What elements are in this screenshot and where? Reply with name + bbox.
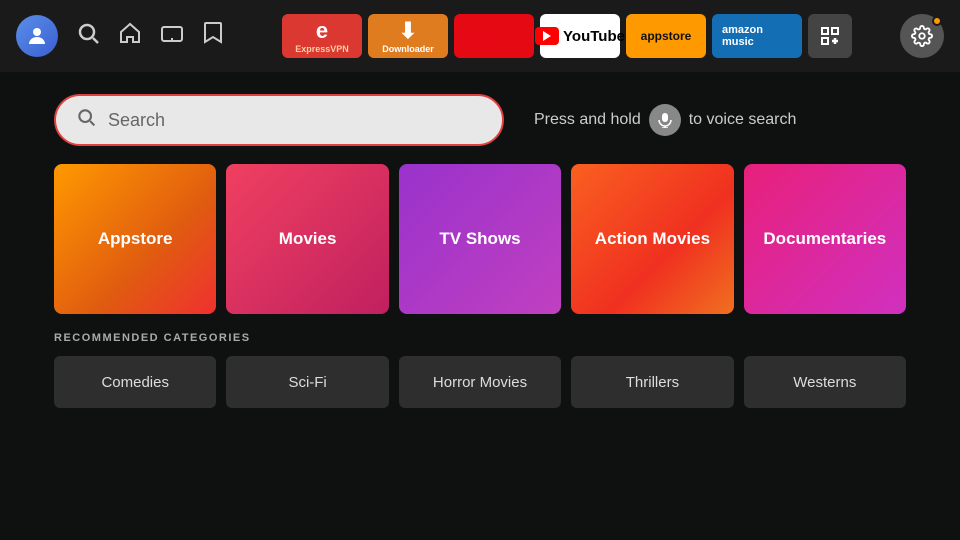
downloader-app[interactable]: ⬇ Downloader: [368, 14, 448, 58]
category-tile-tvshows[interactable]: TV Shows: [399, 164, 561, 314]
rec-tile-horror[interactable]: Horror Movies: [399, 356, 561, 408]
youtube-app[interactable]: YouTube: [540, 14, 620, 58]
nav-left-icons: [16, 15, 224, 57]
category-tile-documentaries[interactable]: Documentaries: [744, 164, 906, 314]
microphone-icon: [649, 104, 681, 136]
app-shortcuts: e ExpressVPN ⬇ Downloader NETFLIX YouTub…: [242, 14, 892, 58]
voice-hint-suffix: to voice search: [689, 111, 797, 129]
search-icon: [76, 107, 96, 133]
home-icon[interactable]: [118, 21, 142, 51]
recommended-section: RECOMMENDED CATEGORIES Comedies Sci-Fi H…: [0, 314, 960, 408]
category-tiles-container: Appstore Movies TV Shows Action Movies D…: [54, 164, 906, 314]
settings-button[interactable]: [900, 14, 944, 58]
category-tiles-section: Appstore Movies TV Shows Action Movies D…: [0, 164, 960, 314]
search-placeholder: Search: [108, 110, 165, 131]
netflix-app[interactable]: NETFLIX: [454, 14, 534, 58]
expressvpn-app[interactable]: e ExpressVPN: [282, 14, 362, 58]
recommended-title: RECOMMENDED CATEGORIES: [54, 332, 906, 344]
user-avatar[interactable]: [16, 15, 58, 57]
search-nav-icon[interactable]: [76, 21, 100, 51]
search-area: Search Press and hold to voice search: [0, 72, 960, 164]
settings-notification-dot: [932, 16, 942, 26]
grid-app[interactable]: [808, 14, 852, 58]
top-navigation: e ExpressVPN ⬇ Downloader NETFLIX YouTub…: [0, 0, 960, 72]
amazon-music-app[interactable]: amazon music: [712, 14, 802, 58]
rec-tile-comedies[interactable]: Comedies: [54, 356, 216, 408]
tv-icon[interactable]: [160, 21, 184, 51]
voice-hint-prefix: Press and hold: [534, 111, 641, 129]
voice-hint: Press and hold to voice search: [534, 104, 796, 136]
appstore-app[interactable]: appstore: [626, 14, 706, 58]
rec-tile-scifi[interactable]: Sci-Fi: [226, 356, 388, 408]
search-box[interactable]: Search: [54, 94, 504, 146]
category-tile-appstore[interactable]: Appstore: [54, 164, 216, 314]
bookmark-icon[interactable]: [202, 21, 224, 51]
rec-tile-thrillers[interactable]: Thrillers: [571, 356, 733, 408]
category-tile-movies[interactable]: Movies: [226, 164, 388, 314]
rec-tile-westerns[interactable]: Westerns: [744, 356, 906, 408]
recommended-tiles-container: Comedies Sci-Fi Horror Movies Thrillers …: [54, 356, 906, 408]
category-tile-action[interactable]: Action Movies: [571, 164, 733, 314]
